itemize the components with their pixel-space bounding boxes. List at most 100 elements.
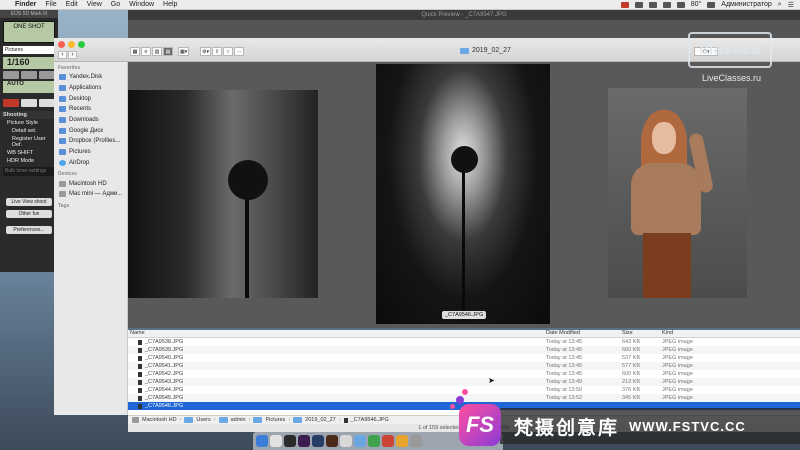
back-arrow-icon[interactable]: ‹ <box>58 51 67 59</box>
close-icon[interactable] <box>58 41 65 48</box>
destination-folder-select[interactable]: Pictures <box>3 46 55 54</box>
menu-view[interactable]: View <box>87 1 102 8</box>
view-mode-group: ▦ ≡ ▥ ▤ <box>130 47 173 56</box>
fullscreen-icon[interactable] <box>78 41 85 48</box>
sidebar-item-macintosh-hd[interactable]: Macintosh HD <box>54 178 128 189</box>
volume-icon[interactable] <box>707 1 716 8</box>
menu-file[interactable]: File <box>45 1 56 8</box>
sidebar-item-mac-mini[interactable]: Mac mini — Адми... <box>54 189 128 200</box>
table-row[interactable]: _C7A9542.JPG Today at 13:45 600 KB JPEG ima… <box>128 370 800 378</box>
iso-display[interactable]: AUTO <box>3 81 55 93</box>
app-dock-icon[interactable] <box>396 435 408 447</box>
preview-image-previous[interactable] <box>128 90 318 298</box>
gallery-view-icon[interactable]: ▤ <box>163 47 173 56</box>
sidebar-item-downloads[interactable]: Downloads <box>54 115 128 126</box>
forward-arrow-icon[interactable]: › <box>68 51 77 59</box>
af-mode-display[interactable]: ONE SHOT <box>3 21 55 43</box>
file-date: Today at 13:45 <box>546 355 583 361</box>
lightning-icon[interactable] <box>21 99 37 107</box>
sidebar-item-google-drive[interactable]: Google Диск <box>54 125 128 136</box>
menu-register-user-def[interactable]: Register User Def. <box>0 135 58 149</box>
menu-window[interactable]: Window <box>129 1 154 8</box>
app-dock-icon[interactable] <box>410 435 422 447</box>
menu-finder[interactable]: Finder <box>15 1 36 8</box>
column-view-icon[interactable]: ▥ <box>152 47 162 56</box>
table-row[interactable]: _C7A9541.JPG Today at 13:45 577 KB JPEG ima… <box>128 362 800 370</box>
shoot-camera-icon[interactable] <box>3 99 19 107</box>
column-name[interactable]: Name <box>128 330 546 337</box>
sidebar-item-airdrop[interactable]: AirDrop <box>54 158 128 169</box>
hard-disk-icon <box>59 180 66 187</box>
bridge-dock-icon[interactable] <box>326 435 338 447</box>
column-date-modified[interactable]: Date Modified <box>546 330 622 337</box>
favorites-header: Favorites <box>58 65 81 71</box>
share-icon[interactable]: ⇪ <box>212 47 222 56</box>
menu-picture-style[interactable]: Picture Style <box>0 119 58 127</box>
path-pictures[interactable]: Pictures <box>265 417 285 423</box>
timer-icon[interactable] <box>39 99 55 107</box>
other-functions-button[interactable]: Other fun <box>6 210 52 218</box>
lightroom-dock-icon[interactable] <box>312 435 324 447</box>
search-icon[interactable]: ⌕ <box>778 1 782 9</box>
sidebar-item-desktop[interactable]: Desktop <box>54 93 128 104</box>
menu-help[interactable]: Help <box>163 1 177 8</box>
minimize-icon[interactable] <box>68 41 75 48</box>
sidebar-item-dropbox[interactable]: Dropbox (Profiles... <box>54 136 128 147</box>
sidebar-item-yandex[interactable]: Yandex.Disk <box>54 72 128 83</box>
cloud-icon[interactable] <box>648 1 657 8</box>
gear-icon[interactable]: ⚙▾ <box>200 47 211 56</box>
recording-icon[interactable] <box>620 1 629 8</box>
control-center-icon[interactable]: ☰ <box>788 1 794 9</box>
app-dock-icon[interactable] <box>368 435 380 447</box>
menu-detail-set[interactable]: Detail set. <box>0 127 58 135</box>
menu-edit[interactable]: Edit <box>66 1 78 8</box>
sidebar-item-pictures[interactable]: Pictures <box>54 147 128 158</box>
more-icon[interactable]: ⋯ <box>234 47 244 56</box>
arrange-icon[interactable]: ▦▾ <box>178 47 190 56</box>
app-dock-icon[interactable] <box>340 435 352 447</box>
app-dock-icon[interactable] <box>270 435 282 447</box>
premiere-dock-icon[interactable] <box>298 435 310 447</box>
live-view-button[interactable]: Live View shoot <box>6 198 52 206</box>
path-users[interactable]: Users <box>196 417 210 423</box>
table-row[interactable]: _C7A9543.JPG Today at 13:49 213 KB JPEG ima… <box>128 378 800 386</box>
list-view-icon[interactable]: ≡ <box>141 47 151 56</box>
menu-go[interactable]: Go <box>111 1 120 8</box>
table-row[interactable]: _C7A9540.JPG Today at 13:45 537 KB JPEG ima… <box>128 354 800 362</box>
menu-wb-shift[interactable]: WB SHIFT <box>0 149 58 157</box>
table-row[interactable]: _C7A9545.JPG Today at 13:52 345 KB JPEG ima… <box>128 394 800 402</box>
tag-icon[interactable]: ○ <box>223 47 233 56</box>
preview-image-current[interactable] <box>376 64 550 324</box>
shutter-speed-display[interactable]: 1/160 <box>3 57 55 69</box>
icon-view-icon[interactable]: ▦ <box>130 47 140 56</box>
af-icon[interactable] <box>39 71 55 79</box>
liveclasses-site: LiveClasses.ru <box>702 73 762 83</box>
preview-image-next[interactable] <box>608 88 747 298</box>
path-admin[interactable]: admin <box>231 417 246 423</box>
sidebar-item-applications[interactable]: Applications <box>54 83 128 94</box>
preferences-button[interactable]: Preferences... <box>6 226 52 234</box>
dropbox-icon[interactable] <box>634 1 643 8</box>
wifi-icon[interactable] <box>662 1 671 8</box>
camera-mode-icon[interactable] <box>3 71 19 79</box>
path-folder[interactable]: 2019_02_27 <box>305 417 336 423</box>
table-row[interactable]: _C7A9539.JPG Today at 13:45 660 KB JPEG ima… <box>128 346 800 354</box>
column-size[interactable]: Size <box>622 330 662 337</box>
app-dock-icon[interactable] <box>354 435 366 447</box>
table-row[interactable]: _C7A9538.JPG Today at 13:45 643 KB JPEG ima… <box>128 338 800 346</box>
user-name[interactable]: Администратор <box>721 1 772 8</box>
sidebar-item-recents[interactable]: Recents <box>54 104 128 115</box>
path-macintosh-hd[interactable]: Macintosh HD <box>142 417 177 423</box>
bulb-timer-field[interactable]: Bulb timer settings <box>3 167 55 176</box>
menu-hdr-mode[interactable]: HDR Mode <box>0 157 58 165</box>
metering-icon[interactable] <box>21 71 37 79</box>
column-kind[interactable]: Kind <box>662 330 800 337</box>
app-dock-icon[interactable] <box>382 435 394 447</box>
battery-icon[interactable] <box>676 1 685 8</box>
portrait-pants <box>643 233 691 298</box>
image-file-icon <box>138 363 142 369</box>
folder-icon <box>293 417 303 423</box>
path-file[interactable]: _C7A9546.JPG <box>351 417 389 423</box>
finder-dock-icon[interactable] <box>256 435 268 447</box>
photoshop-dock-icon[interactable] <box>284 435 296 447</box>
